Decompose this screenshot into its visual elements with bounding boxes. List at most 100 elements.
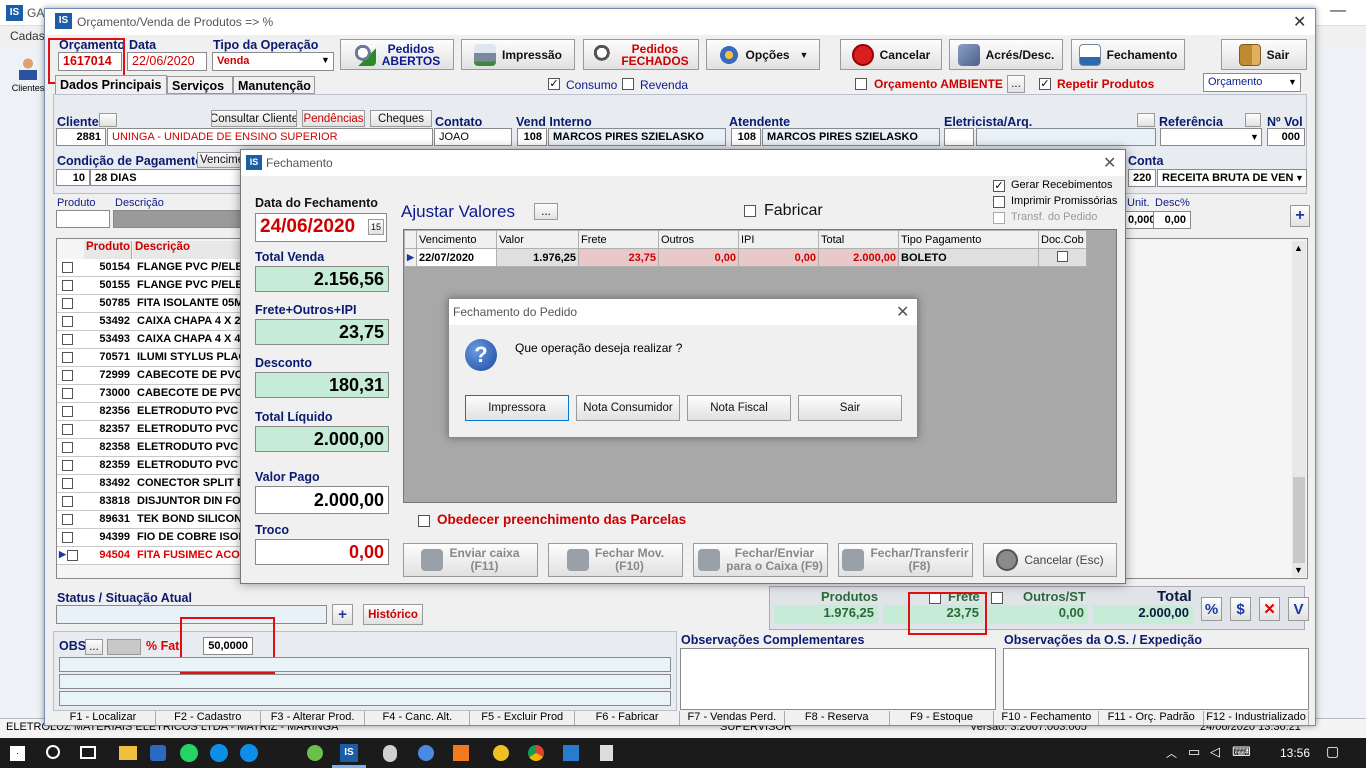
clientes-button[interactable]: Clientes bbox=[8, 56, 48, 100]
opcoes-button[interactable]: Opções ▼ bbox=[706, 39, 820, 70]
pedidos-abertos-button[interactable]: Pedidos ABERTOS bbox=[340, 39, 454, 70]
desc-pct-field[interactable]: 0,00 bbox=[1153, 211, 1191, 229]
referencia-select[interactable] bbox=[1160, 128, 1262, 146]
tab-servicos[interactable]: Serviços bbox=[167, 76, 233, 94]
parcela-row[interactable]: ▶ 22/07/2020 1.976,25 23,75 0,00 0,00 2.… bbox=[404, 248, 1087, 267]
status-add-button[interactable]: + bbox=[332, 604, 353, 625]
table-row[interactable]: 73000 CABECOTE DE PVC 3 bbox=[57, 385, 252, 403]
function-key-6[interactable]: F6 - Fabricar bbox=[575, 711, 680, 725]
table-row[interactable]: 82357 ELETRODUTO PVC R bbox=[57, 421, 249, 439]
yellow-app-icon[interactable] bbox=[493, 745, 509, 761]
tipo-documento-select[interactable]: Orçamento bbox=[1203, 73, 1301, 92]
close-x-button[interactable]: ✕ bbox=[1259, 597, 1280, 621]
imprimir-promissorias-checkbox[interactable] bbox=[993, 196, 1005, 208]
descricao-input[interactable] bbox=[113, 210, 243, 228]
atend-nome-field[interactable]: MARCOS PIRES SZIELASKO bbox=[762, 128, 940, 146]
dollar-button[interactable]: $ bbox=[1230, 597, 1251, 621]
row-checkbox[interactable] bbox=[62, 442, 73, 453]
table-row[interactable]: 82359 ELETRODUTO PVC R bbox=[57, 457, 249, 475]
conta-nome-select[interactable]: RECEITA BRUTA DE VEN bbox=[1157, 169, 1307, 187]
parcela-total[interactable]: 2.000,00 bbox=[818, 248, 899, 267]
row-checkbox[interactable] bbox=[62, 388, 73, 399]
row-checkbox[interactable] bbox=[62, 532, 73, 543]
sair-dialog-button[interactable]: Sair bbox=[798, 395, 902, 421]
nvol-field[interactable]: 000 bbox=[1267, 128, 1305, 146]
orange-app-icon[interactable] bbox=[453, 745, 469, 761]
network-icon[interactable]: ▭ bbox=[1188, 744, 1200, 760]
obs-os-text[interactable] bbox=[1003, 648, 1309, 710]
doc-cob-checkbox[interactable] bbox=[1057, 250, 1068, 262]
eletricista-nome-field[interactable] bbox=[976, 128, 1156, 146]
tipo-dropdown-icon[interactable]: ▼ bbox=[321, 55, 330, 65]
fech-action-button-2[interactable]: Fechar Mov. (F10) bbox=[548, 543, 683, 577]
table-row[interactable]: 70571 ILUMI STYLUS PLAC bbox=[57, 349, 247, 367]
table-row[interactable]: 83492 CONECTOR SPLIT BO bbox=[57, 475, 254, 493]
function-key-3[interactable]: F3 - Alterar Prod. bbox=[261, 711, 366, 725]
fabricar-checkbox[interactable] bbox=[744, 205, 756, 217]
referencia-dropdown-icon[interactable]: ▼ bbox=[1250, 132, 1259, 142]
scroll-up-icon[interactable]: ▲ bbox=[1294, 243, 1303, 253]
nota-fiscal-button[interactable]: Nota Fiscal bbox=[687, 395, 791, 421]
row-checkbox[interactable] bbox=[62, 496, 73, 507]
function-key-10[interactable]: F10 - Fechamento bbox=[994, 711, 1100, 725]
pendencias-button[interactable]: Pendências bbox=[302, 110, 365, 127]
parcela-tipo-pagamento[interactable]: BOLETO bbox=[898, 248, 1039, 267]
row-checkbox[interactable] bbox=[62, 352, 73, 363]
impressao-button[interactable]: Impressão bbox=[461, 39, 575, 70]
parcela-doc-cob[interactable] bbox=[1038, 248, 1087, 267]
vend-codigo-field[interactable]: 108 bbox=[517, 128, 547, 146]
cliente-lookup-button[interactable] bbox=[99, 113, 117, 127]
impressora-button[interactable]: Impressora bbox=[465, 395, 569, 421]
vencimentos-button[interactable]: Vencime bbox=[197, 152, 245, 168]
tab-dados-principais[interactable]: Dados Principais bbox=[55, 75, 167, 94]
function-key-7[interactable]: F7 - Vendas Perd. bbox=[680, 711, 785, 725]
parcela-vencimento[interactable]: 22/07/2020 bbox=[416, 248, 497, 267]
row-checkbox[interactable] bbox=[62, 280, 73, 291]
row-checkbox[interactable] bbox=[62, 262, 73, 273]
fech-action-button-1[interactable]: Enviar caixa (F11) bbox=[403, 543, 538, 577]
revenda-checkbox[interactable] bbox=[622, 78, 634, 90]
orc-ambiente-checkbox[interactable] bbox=[855, 78, 867, 90]
obs-more-button[interactable]: ... bbox=[85, 639, 103, 655]
table-row[interactable]: 94399 FIO DE COBRE ISOLA bbox=[57, 529, 253, 547]
taskbar-clock[interactable]: 13:56 bbox=[1280, 746, 1310, 760]
tipo-doc-dropdown-icon[interactable]: ▼ bbox=[1288, 77, 1297, 87]
fechamento-button[interactable]: Fechamento bbox=[1071, 39, 1185, 70]
whatsapp-icon[interactable] bbox=[180, 744, 198, 762]
row-checkbox[interactable] bbox=[62, 298, 73, 309]
contato-field[interactable]: JOAO bbox=[434, 128, 512, 146]
conta-codigo-field[interactable]: 220 bbox=[1128, 169, 1156, 187]
row-checkbox[interactable] bbox=[62, 478, 73, 489]
keyboard-icon[interactable]: ⌨ bbox=[1232, 744, 1251, 760]
add-product-button[interactable]: + bbox=[1290, 205, 1310, 227]
row-checkbox[interactable] bbox=[62, 370, 73, 381]
cliente-codigo-field[interactable]: 2881 bbox=[56, 128, 106, 146]
table-row[interactable]: 83818 DISJUNTOR DIN FOCO bbox=[57, 493, 257, 511]
start-icon[interactable] bbox=[10, 746, 25, 761]
table-row[interactable]: 50154 FLANGE PVC P/ELET bbox=[57, 259, 249, 277]
calendar-icon[interactable]: 15 bbox=[368, 219, 384, 235]
valor-pago-field[interactable]: 2.000,00 bbox=[255, 486, 389, 514]
table-row[interactable]: 53492 CAIXA CHAPA 4 X 2 bbox=[57, 313, 247, 331]
scroll-thumb[interactable] bbox=[1293, 477, 1305, 563]
table-row[interactable]: 50155 FLANGE PVC P/ELET bbox=[57, 277, 249, 295]
chrome-icon[interactable] bbox=[528, 745, 544, 761]
referencia-lookup-button[interactable] bbox=[1245, 113, 1261, 127]
acres-desc-button[interactable]: Acrés/Desc. bbox=[949, 39, 1063, 70]
row-checkbox[interactable] bbox=[67, 550, 78, 561]
fech-action-button-3[interactable]: Fechar/Enviar para o Caixa (F9) bbox=[693, 543, 828, 577]
function-key-5[interactable]: F5 - Excluir Prod bbox=[470, 711, 576, 725]
row-checkbox[interactable] bbox=[62, 460, 73, 471]
consumo-checkbox[interactable]: ✓ bbox=[548, 78, 560, 90]
teamviewer-icon[interactable] bbox=[210, 744, 228, 762]
volume-icon[interactable]: ◁ bbox=[1210, 744, 1220, 760]
parcela-outros[interactable]: 0,00 bbox=[658, 248, 739, 267]
row-checkbox[interactable] bbox=[62, 316, 73, 327]
obs-complementares-text[interactable] bbox=[680, 648, 996, 710]
consultar-cliente-button[interactable]: Consultar Cliente bbox=[211, 110, 297, 127]
data-field[interactable]: 22/06/2020 bbox=[127, 52, 207, 71]
dialog-close-icon[interactable]: ✕ bbox=[896, 302, 909, 322]
cliente-nome-field[interactable]: UNINGA - UNIDADE DE ENSINO SUPERIOR bbox=[107, 128, 433, 146]
produto-input[interactable] bbox=[56, 210, 110, 228]
eletricista-lookup-button[interactable] bbox=[1137, 113, 1155, 127]
